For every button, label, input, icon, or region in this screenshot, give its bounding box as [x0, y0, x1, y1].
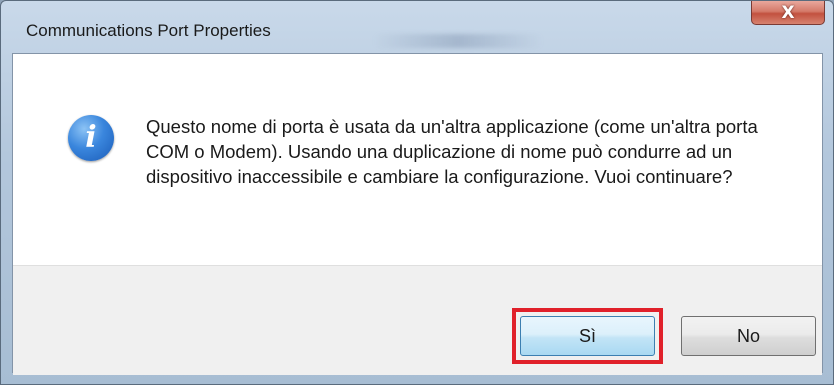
window-title: Communications Port Properties: [26, 21, 271, 40]
background-window-title-blur: [373, 34, 543, 48]
dialog-client-area: i Questo nome di porta è usata da un'alt…: [12, 53, 823, 375]
close-icon: X: [781, 2, 795, 23]
button-bar: Sì No: [13, 265, 822, 375]
info-icon: i: [68, 115, 114, 161]
message-area: i Questo nome di porta è usata da un'alt…: [13, 54, 822, 265]
title-bar[interactable]: Communications Port Properties X: [1, 1, 833, 53]
message-text: Questo nome di porta è usata da un'altra…: [146, 116, 758, 187]
close-button[interactable]: X: [751, 1, 825, 25]
dialog-window: Communications Port Properties X i Quest…: [0, 0, 834, 385]
no-button[interactable]: No: [681, 316, 816, 356]
yes-button[interactable]: Sì: [520, 316, 655, 356]
